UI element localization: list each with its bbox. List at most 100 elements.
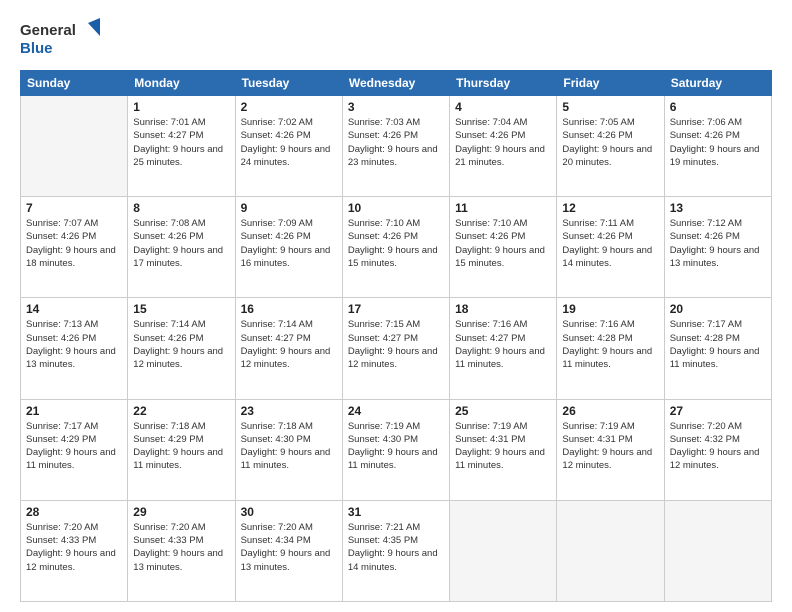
day-number: 15 (133, 302, 229, 316)
day-number: 26 (562, 404, 658, 418)
calendar-cell: 3 Sunrise: 7:03 AMSunset: 4:26 PMDaylight… (342, 96, 449, 197)
day-number: 6 (670, 100, 766, 114)
calendar-cell: 28Sunrise: 7:20 AMSunset: 4:33 PMDayligh… (21, 500, 128, 601)
calendar-cell: 7 Sunrise: 7:07 AMSunset: 4:26 PMDaylight… (21, 197, 128, 298)
day-info: Sunrise: 7:10 AMSunset: 4:26 PMDaylight:… (348, 217, 444, 270)
col-header-wednesday: Wednesday (342, 71, 449, 96)
day-info: Sunrise: 7:10 AMSunset: 4:26 PMDaylight:… (455, 217, 551, 270)
calendar-cell (450, 500, 557, 601)
calendar-cell: 12 Sunrise: 7:11 AMSunset: 4:26 PMDayligh… (557, 197, 664, 298)
calendar-cell: 26 Sunrise: 7:19 AMSunset: 4:31 PMDayligh… (557, 399, 664, 500)
day-info: Sunrise: 7:09 AMSunset: 4:26 PMDaylight:… (241, 217, 337, 270)
calendar-cell: 19 Sunrise: 7:16 AMSunset: 4:28 PMDayligh… (557, 298, 664, 399)
calendar-week-4: 21 Sunrise: 7:17 AMSunset: 4:29 PMDayligh… (21, 399, 772, 500)
calendar-cell (21, 96, 128, 197)
calendar-cell: 29 Sunrise: 7:20 AMSunset: 4:33 PMDayligh… (128, 500, 235, 601)
day-info: Sunrise: 7:11 AMSunset: 4:26 PMDaylight:… (562, 217, 658, 270)
day-info: Sunrise: 7:21 AMSunset: 4:35 PMDaylight:… (348, 521, 444, 574)
day-number: 12 (562, 201, 658, 215)
calendar-cell: 31 Sunrise: 7:21 AMSunset: 4:35 PMDayligh… (342, 500, 449, 601)
col-header-thursday: Thursday (450, 71, 557, 96)
day-number: 7 (26, 201, 122, 215)
calendar-week-1: 1Sunrise: 7:01 AMSunset: 4:27 PMDaylight… (21, 96, 772, 197)
day-number: 13 (670, 201, 766, 215)
day-number: 4 (455, 100, 551, 114)
day-info: Sunrise: 7:12 AMSunset: 4:26 PMDaylight:… (670, 217, 766, 270)
calendar-cell: 8 Sunrise: 7:08 AMSunset: 4:26 PMDaylight… (128, 197, 235, 298)
calendar-cell: 25 Sunrise: 7:19 AMSunset: 4:31 PMDayligh… (450, 399, 557, 500)
day-number: 30 (241, 505, 337, 519)
day-number: 27 (670, 404, 766, 418)
calendar-cell: 9 Sunrise: 7:09 AMSunset: 4:26 PMDaylight… (235, 197, 342, 298)
day-number: 28 (26, 505, 122, 519)
calendar-cell: 5Sunrise: 7:05 AMSunset: 4:26 PMDaylight… (557, 96, 664, 197)
calendar-cell: 2Sunrise: 7:02 AMSunset: 4:26 PMDaylight… (235, 96, 342, 197)
day-number: 14 (26, 302, 122, 316)
day-number: 24 (348, 404, 444, 418)
day-number: 16 (241, 302, 337, 316)
svg-text:Blue: Blue (20, 40, 53, 57)
col-header-saturday: Saturday (664, 71, 771, 96)
calendar-cell: 10Sunrise: 7:10 AMSunset: 4:26 PMDayligh… (342, 197, 449, 298)
day-info: Sunrise: 7:19 AMSunset: 4:31 PMDaylight:… (562, 420, 658, 473)
day-info: Sunrise: 7:19 AMSunset: 4:31 PMDaylight:… (455, 420, 551, 473)
day-info: Sunrise: 7:07 AMSunset: 4:26 PMDaylight:… (26, 217, 122, 270)
calendar-cell: 21 Sunrise: 7:17 AMSunset: 4:29 PMDayligh… (21, 399, 128, 500)
day-number: 9 (241, 201, 337, 215)
calendar-cell: 6 Sunrise: 7:06 AMSunset: 4:26 PMDaylight… (664, 96, 771, 197)
calendar-cell: 16 Sunrise: 7:14 AMSunset: 4:27 PMDayligh… (235, 298, 342, 399)
day-info: Sunrise: 7:14 AMSunset: 4:27 PMDaylight:… (241, 318, 337, 371)
header: General Blue (20, 18, 772, 60)
calendar-cell: 17 Sunrise: 7:15 AMSunset: 4:27 PMDayligh… (342, 298, 449, 399)
day-number: 2 (241, 100, 337, 114)
day-info: Sunrise: 7:03 AMSunset: 4:26 PMDaylight:… (348, 116, 444, 169)
col-header-tuesday: Tuesday (235, 71, 342, 96)
day-number: 8 (133, 201, 229, 215)
day-info: Sunrise: 7:20 AMSunset: 4:33 PMDaylight:… (133, 521, 229, 574)
calendar: SundayMondayTuesdayWednesdayThursdayFrid… (20, 70, 772, 602)
logo: General Blue (20, 18, 100, 60)
day-info: Sunrise: 7:13 AMSunset: 4:26 PMDaylight:… (26, 318, 122, 371)
page: General Blue SundayMondayTuesdayWednesda… (0, 0, 792, 612)
calendar-cell: 18Sunrise: 7:16 AMSunset: 4:27 PMDayligh… (450, 298, 557, 399)
day-number: 29 (133, 505, 229, 519)
day-info: Sunrise: 7:17 AMSunset: 4:29 PMDaylight:… (26, 420, 122, 473)
calendar-cell: 27Sunrise: 7:20 AMSunset: 4:32 PMDayligh… (664, 399, 771, 500)
calendar-cell: 22Sunrise: 7:18 AMSunset: 4:29 PMDayligh… (128, 399, 235, 500)
calendar-cell (557, 500, 664, 601)
calendar-cell: 4 Sunrise: 7:04 AMSunset: 4:26 PMDaylight… (450, 96, 557, 197)
day-info: Sunrise: 7:06 AMSunset: 4:26 PMDaylight:… (670, 116, 766, 169)
day-info: Sunrise: 7:18 AMSunset: 4:30 PMDaylight:… (241, 420, 337, 473)
calendar-cell (664, 500, 771, 601)
svg-text:General: General (20, 22, 76, 39)
day-info: Sunrise: 7:05 AMSunset: 4:26 PMDaylight:… (562, 116, 658, 169)
calendar-cell: 1Sunrise: 7:01 AMSunset: 4:27 PMDaylight… (128, 96, 235, 197)
day-number: 17 (348, 302, 444, 316)
col-header-sunday: Sunday (21, 71, 128, 96)
day-info: Sunrise: 7:04 AMSunset: 4:26 PMDaylight:… (455, 116, 551, 169)
calendar-cell: 23 Sunrise: 7:18 AMSunset: 4:30 PMDayligh… (235, 399, 342, 500)
day-number: 21 (26, 404, 122, 418)
calendar-cell: 24Sunrise: 7:19 AMSunset: 4:30 PMDayligh… (342, 399, 449, 500)
day-number: 3 (348, 100, 444, 114)
col-header-monday: Monday (128, 71, 235, 96)
day-info: Sunrise: 7:15 AMSunset: 4:27 PMDaylight:… (348, 318, 444, 371)
logo-svg: General Blue (20, 18, 100, 60)
calendar-week-5: 28 Sunrise: 7:20 AMSunset: 4:33 PMDayligh… (21, 500, 772, 601)
day-number: 25 (455, 404, 551, 418)
day-number: 11 (455, 201, 551, 215)
day-number: 23 (241, 404, 337, 418)
calendar-week-3: 14 Sunrise: 7:13 AMSunset: 4:26 PMDayligh… (21, 298, 772, 399)
col-header-friday: Friday (557, 71, 664, 96)
day-number: 19 (562, 302, 658, 316)
day-number: 22 (133, 404, 229, 418)
calendar-cell: 20Sunrise: 7:17 AMSunset: 4:28 PMDayligh… (664, 298, 771, 399)
day-number: 1 (133, 100, 229, 114)
day-number: 31 (348, 505, 444, 519)
calendar-header-row: SundayMondayTuesdayWednesdayThursdayFrid… (21, 71, 772, 96)
day-info: Sunrise: 7:20 AMSunset: 4:34 PMDaylight:… (241, 521, 337, 574)
day-info: Sunrise: 7:08 AMSunset: 4:26 PMDaylight:… (133, 217, 229, 270)
calendar-cell: 14 Sunrise: 7:13 AMSunset: 4:26 PMDayligh… (21, 298, 128, 399)
day-number: 18 (455, 302, 551, 316)
day-info: Sunrise: 7:16 AMSunset: 4:28 PMDaylight:… (562, 318, 658, 371)
